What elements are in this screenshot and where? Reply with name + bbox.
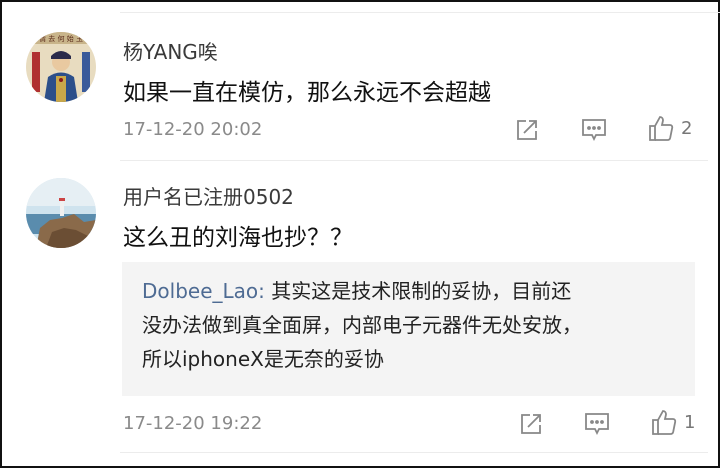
like-button[interactable]: 2 bbox=[647, 114, 692, 142]
comment-divider bbox=[120, 160, 708, 161]
reply-line: Dolbee_Lao: 其实这是技术限制的妥协，目前还 bbox=[142, 274, 677, 308]
like-count: 1 bbox=[684, 411, 696, 433]
comment-username[interactable]: 用户名已注册0502 bbox=[123, 181, 294, 210]
like-count: 2 bbox=[681, 117, 693, 139]
like-icon bbox=[647, 114, 675, 142]
reply-text: 没办法做到真全面屏，内部电子元器件无处安放， bbox=[142, 313, 582, 337]
share-button[interactable] bbox=[515, 118, 539, 142]
like-icon bbox=[650, 408, 678, 436]
comment-divider bbox=[120, 452, 708, 453]
reply-text: 其实这是技术限制的妥协，目前还 bbox=[271, 279, 572, 303]
avatar[interactable] bbox=[26, 178, 96, 248]
reply-text: 所以iphoneX是无奈的妥协 bbox=[142, 347, 384, 371]
comment-text: 这么丑的刘海也抄？？ bbox=[123, 225, 353, 251]
screenshot-frame bbox=[0, 0, 720, 468]
comment-icon bbox=[581, 118, 607, 142]
reply-author[interactable]: Dolbee_Lao: bbox=[142, 279, 265, 303]
comment-timestamp: 17-12-20 20:02 bbox=[123, 119, 263, 140]
avatar[interactable]: 情 去 何 始 玉 bbox=[26, 32, 96, 102]
comment-icon bbox=[584, 412, 610, 436]
share-button[interactable] bbox=[519, 412, 543, 436]
like-button[interactable]: 1 bbox=[650, 408, 695, 436]
comment-username[interactable]: 杨YANG唉 bbox=[123, 36, 218, 65]
comment-text: 如果一直在模仿，那么永远不会超越 bbox=[123, 80, 491, 106]
svg-text:情 去 何 始 玉: 情 去 何 始 玉 bbox=[39, 34, 83, 43]
top-divider bbox=[120, 12, 720, 13]
share-icon bbox=[519, 412, 543, 436]
comment-button[interactable] bbox=[581, 118, 607, 142]
comment-button[interactable] bbox=[584, 412, 610, 436]
reply-quote: Dolbee_Lao: 其实这是技术限制的妥协，目前还 没办法做到真全面屏，内部… bbox=[122, 262, 695, 396]
comment-timestamp: 17-12-20 19:22 bbox=[123, 413, 263, 434]
share-icon bbox=[515, 118, 539, 142]
